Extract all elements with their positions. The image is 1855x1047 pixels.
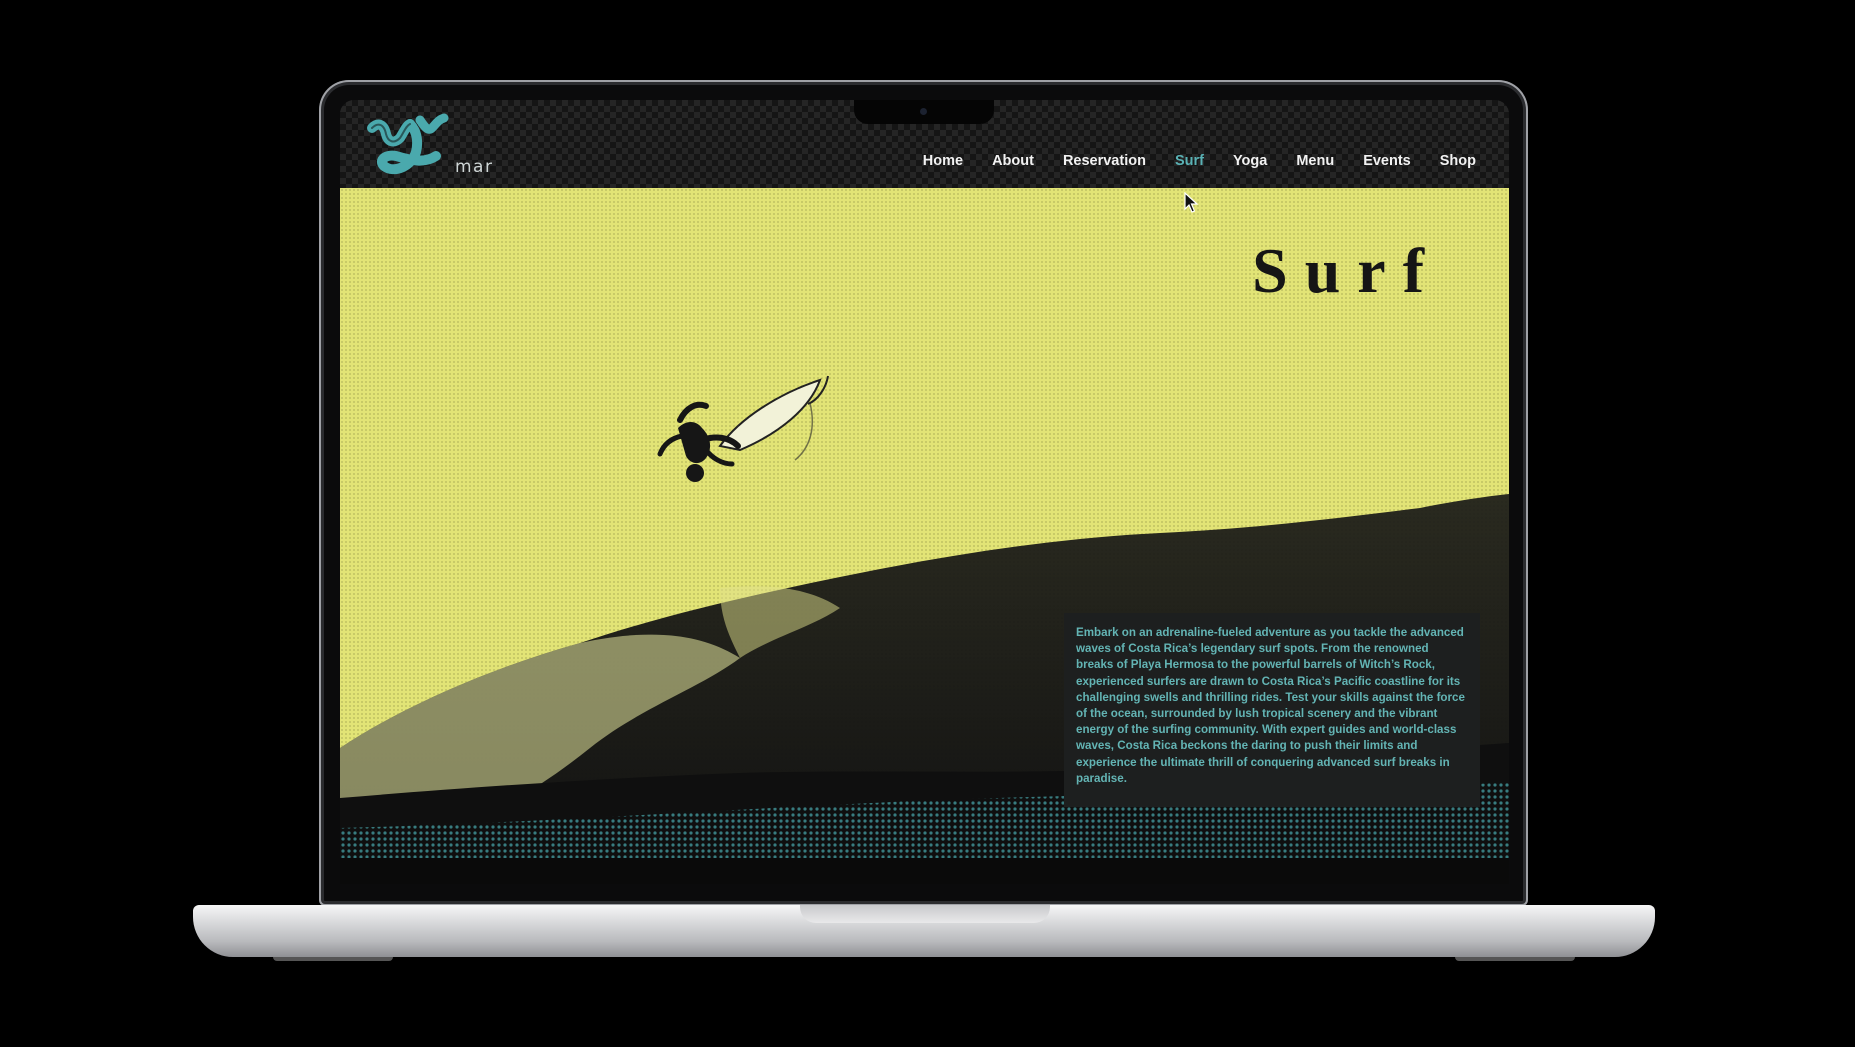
main-nav: Home About Reservation Surf Yoga Menu Ev…	[923, 153, 1476, 169]
browser-screen: mar Home About Reservation Surf Yoga Men…	[340, 100, 1509, 858]
surf-description-panel: Embark on an adrenaline-fueled adventure…	[1064, 613, 1480, 807]
laptop-foot-right	[1455, 957, 1575, 961]
nav-item-shop[interactable]: Shop	[1440, 153, 1476, 169]
nav-item-events[interactable]: Events	[1363, 153, 1411, 169]
logo-text: mar	[455, 157, 494, 177]
nav-item-home[interactable]: Home	[923, 153, 963, 169]
nav-item-reservation[interactable]: Reservation	[1063, 153, 1146, 169]
laptop-bottom-bezel	[340, 858, 1509, 884]
laptop-foot-left	[273, 957, 393, 961]
camera-notch	[854, 100, 994, 124]
surf-hero: Surf Embark on an adrenaline-fueled adve…	[340, 188, 1509, 858]
camera-icon	[920, 108, 927, 115]
nav-item-yoga[interactable]: Yoga	[1233, 153, 1267, 169]
nav-item-menu[interactable]: Menu	[1296, 153, 1334, 169]
laptop-base-notch	[800, 905, 1050, 923]
surf-description: Embark on an adrenaline-fueled adventure…	[1076, 626, 1465, 785]
page-title: Surf	[1252, 235, 1441, 306]
laptop-base	[193, 905, 1655, 961]
nav-item-surf[interactable]: Surf	[1175, 153, 1204, 169]
arrow-cursor-icon	[1184, 192, 1199, 213]
site-logo[interactable]: mar	[364, 108, 492, 182]
nav-item-about[interactable]: About	[992, 153, 1034, 169]
